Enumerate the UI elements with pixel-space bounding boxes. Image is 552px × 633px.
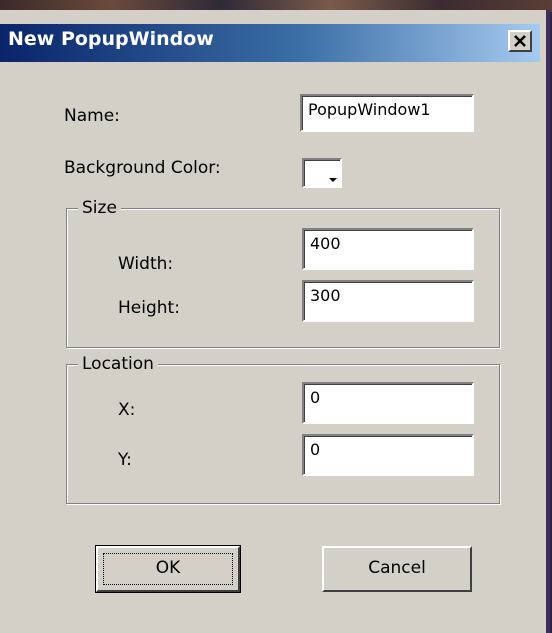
location-group-legend: Location [78, 354, 158, 374]
height-input[interactable]: 300 [302, 280, 474, 322]
dropdown-arrow-icon [329, 178, 337, 182]
close-button[interactable] [508, 30, 532, 52]
popup-dialog: New PopupWindow Name: PopupWindow1 Backg… [0, 10, 550, 633]
background-color-picker[interactable] [302, 158, 342, 188]
width-input[interactable]: 400 [302, 228, 474, 270]
name-input[interactable]: PopupWindow1 [300, 94, 474, 132]
name-label: Name: [64, 106, 120, 126]
title-bar[interactable]: New PopupWindow [0, 24, 540, 62]
background-color-label: Background Color: [64, 158, 221, 178]
size-group-legend: Size [78, 198, 121, 218]
height-label: Height: [118, 298, 180, 318]
y-label: Y: [118, 450, 132, 470]
close-icon [514, 35, 526, 47]
ok-button-label: OK [155, 558, 181, 578]
width-label: Width: [118, 254, 174, 274]
dialog-title: New PopupWindow [8, 28, 214, 50]
cancel-button-label: Cancel [368, 558, 426, 578]
x-label: X: [118, 400, 136, 420]
ok-button[interactable]: OK [95, 545, 241, 593]
cancel-button[interactable]: Cancel [322, 546, 472, 592]
y-input[interactable]: 0 [302, 434, 474, 476]
x-input[interactable]: 0 [302, 382, 474, 424]
